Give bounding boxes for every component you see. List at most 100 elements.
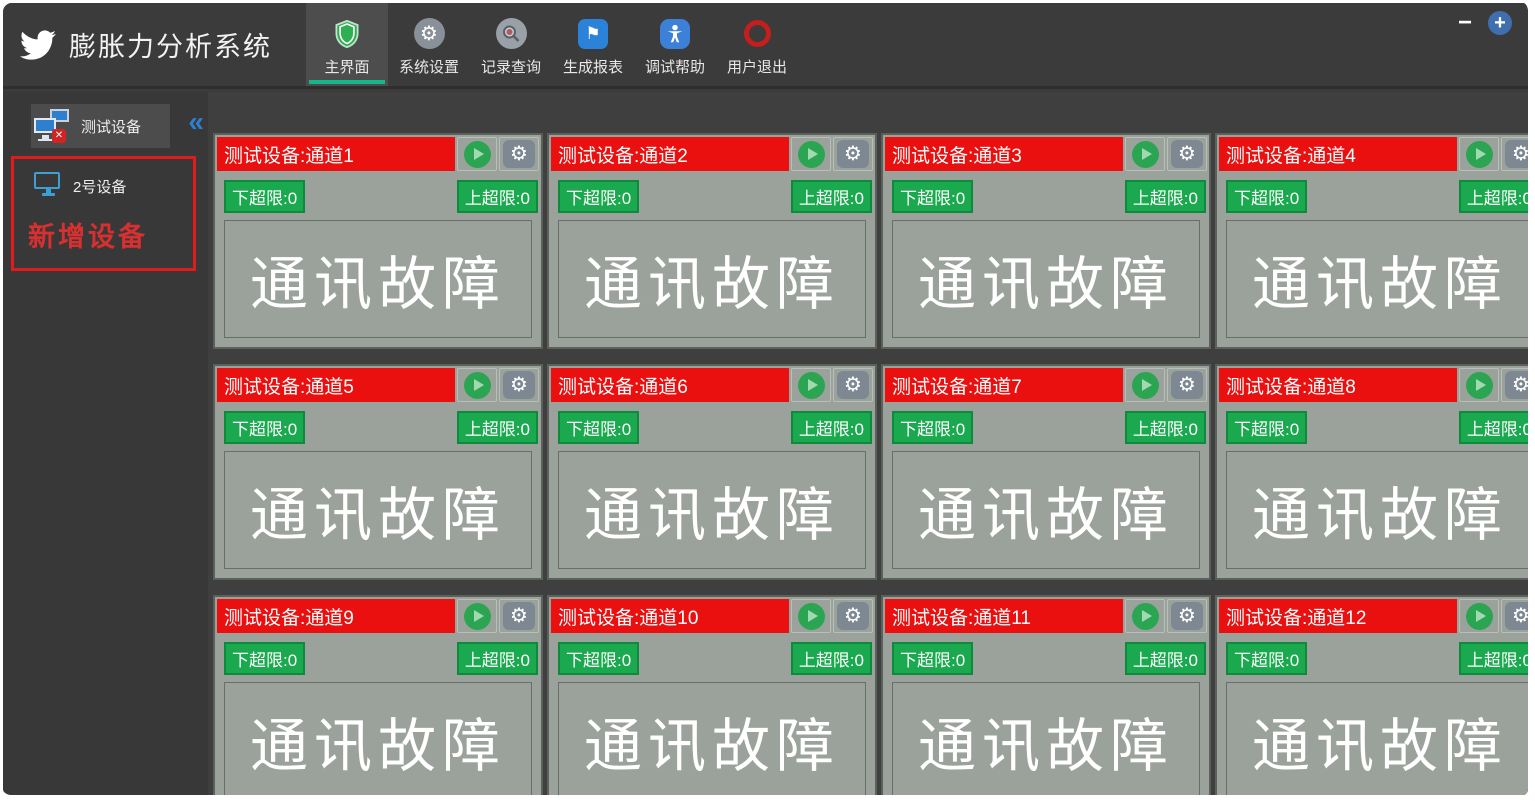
device-group-label: 测试设备 — [81, 118, 142, 136]
channel-status-text: 通讯故障 — [892, 220, 1200, 338]
sidebar-item-device-2[interactable]: 2号设备 — [22, 167, 193, 205]
channel-settings-button[interactable]: ⚙ — [499, 368, 539, 402]
gear-icon: ⚙ — [1171, 602, 1203, 630]
search-icon — [493, 17, 529, 51]
power-icon — [739, 17, 775, 51]
start-channel-button[interactable] — [1459, 599, 1499, 633]
play-icon — [797, 371, 825, 399]
start-channel-button[interactable] — [791, 368, 831, 402]
lower-limit-badge: 下超限:0 — [558, 180, 640, 213]
lower-limit-badge: 下超限:0 — [1226, 180, 1308, 213]
start-channel-button[interactable] — [1459, 137, 1499, 171]
play-icon — [463, 602, 491, 630]
channel-card: 测试设备:通道1 ⚙ 下超限:0 上超限:0 通讯故障 — [213, 133, 543, 349]
toolbar-item-report[interactable]: ⚑ 生成报表 — [552, 3, 634, 86]
toolbar-item-logout[interactable]: 用户退出 — [716, 3, 798, 86]
monitor-icon — [34, 172, 62, 200]
channel-settings-button[interactable]: ⚙ — [833, 368, 873, 402]
play-icon — [797, 140, 825, 168]
toolbar-item-settings[interactable]: ⚙ 系统设置 — [388, 3, 470, 86]
play-icon — [463, 371, 491, 399]
upper-limit-badge: 上超限:0 — [456, 642, 538, 675]
gear-icon: ⚙ — [1171, 140, 1203, 168]
minimize-button[interactable]: − — [1458, 11, 1472, 35]
start-channel-button[interactable] — [1125, 137, 1165, 171]
channel-card-header: 测试设备:通道11 ⚙ — [883, 597, 1209, 635]
channel-card-header: 测试设备:通道4 ⚙ — [1217, 135, 1528, 173]
gear-icon: ⚙ — [503, 140, 535, 168]
limit-badges-row: 下超限:0 上超限:0 — [549, 173, 875, 213]
main-content: 测试设备:通道1 ⚙ 下超限:0 上超限:0 通讯故障 测试设备:通道2 ⚙ 下… — [208, 92, 1528, 795]
channel-status-text: 通讯故障 — [558, 451, 866, 569]
channel-settings-button[interactable]: ⚙ — [1167, 137, 1207, 171]
channel-card-header: 测试设备:通道9 ⚙ — [215, 597, 541, 635]
sidebar-item-device-group[interactable]: ✕ 测试设备 — [31, 104, 170, 148]
gear-icon: ⚙ — [503, 371, 535, 399]
start-channel-button[interactable] — [791, 599, 831, 633]
channel-card-header: 测试设备:通道2 ⚙ — [549, 135, 875, 173]
lower-limit-badge: 下超限:0 — [1226, 411, 1308, 444]
start-channel-button[interactable] — [1125, 368, 1165, 402]
start-channel-button[interactable] — [1125, 599, 1165, 633]
channel-settings-button[interactable]: ⚙ — [1167, 599, 1207, 633]
lower-limit-badge: 下超限:0 — [558, 642, 640, 675]
gear-icon: ⚙ — [837, 371, 869, 399]
channel-settings-button[interactable]: ⚙ — [1501, 599, 1528, 633]
gear-icon: ⚙ — [411, 17, 447, 51]
limit-badges-row: 下超限:0 上超限:0 — [215, 173, 541, 213]
channel-settings-button[interactable]: ⚙ — [1167, 368, 1207, 402]
add-device-button[interactable]: 新增设备 — [28, 215, 193, 254]
start-channel-button[interactable] — [791, 137, 831, 171]
channel-status-text: 通讯故障 — [224, 451, 532, 569]
lower-limit-badge: 下超限:0 — [1226, 642, 1308, 675]
collapse-sidebar-icon[interactable]: « — [188, 108, 204, 136]
channel-settings-button[interactable]: ⚙ — [1501, 368, 1528, 402]
toolbar-item-main[interactable]: 主界面 — [306, 3, 388, 86]
lower-limit-badge: 下超限:0 — [224, 642, 306, 675]
gear-icon: ⚙ — [1505, 140, 1528, 168]
shield-icon — [329, 17, 365, 51]
limit-badges-row: 下超限:0 上超限:0 — [883, 173, 1209, 213]
gear-icon: ⚙ — [1505, 602, 1528, 630]
start-channel-button[interactable] — [457, 368, 497, 402]
device-group-error-icon: ✕ — [34, 109, 70, 143]
play-icon — [1131, 371, 1159, 399]
start-channel-button[interactable] — [1459, 368, 1499, 402]
upper-limit-badge: 上超限:0 — [1124, 180, 1206, 213]
toolbar-item-records[interactable]: 记录查询 — [470, 3, 552, 86]
lower-limit-badge: 下超限:0 — [892, 411, 974, 444]
start-channel-button[interactable] — [457, 599, 497, 633]
twitter-bird-icon — [15, 25, 61, 65]
channel-settings-button[interactable]: ⚙ — [1501, 137, 1528, 171]
limit-badges-row: 下超限:0 上超限:0 — [215, 635, 541, 675]
app-window: 膨胀力分析系统 主界面 ⚙ 系统设置 记录查询 ⚑ 生成报表 调试帮助 用户退出… — [0, 0, 1535, 801]
limit-badges-row: 下超限:0 上超限:0 — [1217, 404, 1528, 444]
lower-limit-badge: 下超限:0 — [224, 411, 306, 444]
channel-settings-button[interactable]: ⚙ — [833, 599, 873, 633]
channel-card: 测试设备:通道12 ⚙ 下超限:0 上超限:0 通讯故障 — [1215, 595, 1528, 795]
gear-icon: ⚙ — [503, 602, 535, 630]
toolbar-label: 记录查询 — [480, 58, 541, 76]
channel-settings-button[interactable]: ⚙ — [833, 137, 873, 171]
channel-title-bar: 测试设备:通道10 — [551, 599, 789, 633]
toolbar-item-help[interactable]: 调试帮助 — [634, 3, 716, 86]
main-toolbar: 主界面 ⚙ 系统设置 记录查询 ⚑ 生成报表 调试帮助 用户退出 — [306, 3, 798, 86]
channel-status-text: 通讯故障 — [892, 451, 1200, 569]
channel-title-bar: 测试设备:通道11 — [885, 599, 1123, 633]
channel-settings-button[interactable]: ⚙ — [499, 137, 539, 171]
channel-title-bar: 测试设备:通道4 — [1219, 137, 1457, 171]
start-channel-button[interactable] — [457, 137, 497, 171]
device-label: 2号设备 — [73, 178, 127, 196]
help-icon — [657, 17, 693, 51]
limit-badges-row: 下超限:0 上超限:0 — [883, 635, 1209, 675]
lower-limit-badge: 下超限:0 — [892, 180, 974, 213]
limit-badges-row: 下超限:0 上超限:0 — [883, 404, 1209, 444]
window-controls: − + — [1458, 11, 1512, 35]
channel-card: 测试设备:通道2 ⚙ 下超限:0 上超限:0 通讯故障 — [547, 133, 877, 349]
lower-limit-badge: 下超限:0 — [224, 180, 306, 213]
device-selection-highlight: 2号设备 新增设备 — [11, 156, 196, 271]
channel-title-bar: 测试设备:通道3 — [885, 137, 1123, 171]
maximize-button[interactable]: + — [1488, 11, 1512, 35]
channel-settings-button[interactable]: ⚙ — [499, 599, 539, 633]
channel-card-header: 测试设备:通道3 ⚙ — [883, 135, 1209, 173]
